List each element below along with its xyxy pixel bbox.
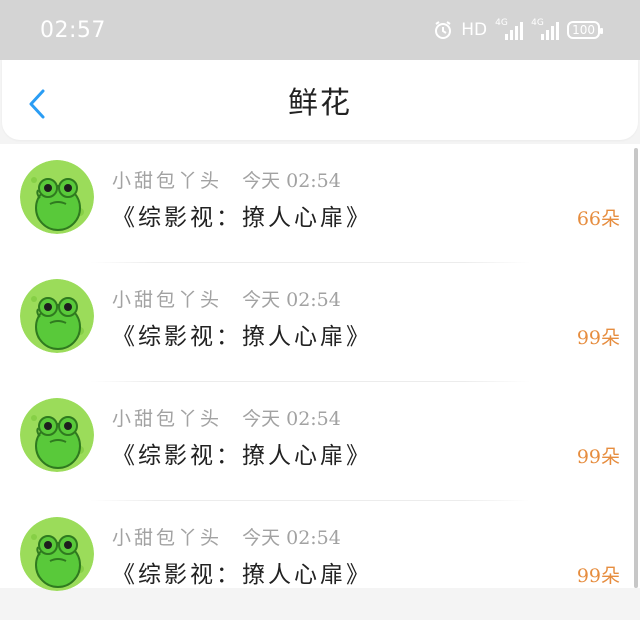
flower-list: 小甜包丫头 今天 02:54 《综影视：撩人心扉》 66朵 小甜包丫头 今天 0… (0, 144, 640, 591)
avatar[interactable] (20, 279, 94, 353)
hd-indicator: HD (461, 20, 488, 40)
battery-icon: 100 (567, 21, 603, 39)
nav-bar: 鲜花 (2, 60, 638, 140)
scrollbar[interactable] (634, 148, 638, 588)
status-bar: 02:57 HD 4G 4G 100 (0, 0, 640, 60)
sender-name: 小甜包丫头 (112, 289, 223, 311)
flower-count: 99朵 (576, 327, 620, 349)
status-time: 02:57 (40, 17, 106, 43)
list-item[interactable]: 小甜包丫头 今天 02:54 《综影视：撩人心扉》 66朵 (0, 144, 630, 263)
sender-name: 小甜包丫头 (112, 408, 223, 430)
list-item[interactable]: 小甜包丫头 今天 02:54 《综影视：撩人心扉》 99朵 (0, 501, 630, 620)
timestamp: 今天 02:54 (242, 289, 341, 311)
sender-name: 小甜包丫头 (112, 170, 223, 192)
list-item[interactable]: 小甜包丫头 今天 02:54 《综影视：撩人心扉》 99朵 (0, 382, 630, 501)
signal-icon-1: 4G (495, 18, 524, 40)
avatar[interactable] (20, 398, 94, 472)
timestamp: 今天 02:54 (242, 170, 341, 192)
book-title: 《综影视：撩人心扉》 (112, 205, 372, 231)
alarm-icon (433, 20, 453, 40)
battery-level: 100 (572, 23, 595, 37)
avatar[interactable] (20, 517, 94, 591)
page-title: 鲜花 (288, 86, 352, 121)
item-meta: 小甜包丫头 今天 02:54 (112, 404, 341, 431)
item-meta: 小甜包丫头 今天 02:54 (112, 166, 341, 193)
book-title: 《综影视：撩人心扉》 (112, 562, 372, 588)
chevron-left-icon (29, 89, 45, 119)
network-type-2: 4G (531, 18, 544, 28)
avatar[interactable] (20, 160, 94, 234)
item-meta: 小甜包丫头 今天 02:54 (112, 523, 341, 550)
back-button[interactable] (24, 86, 50, 122)
status-icons: HD 4G 4G 100 (433, 18, 603, 40)
timestamp: 今天 02:54 (242, 527, 341, 549)
flower-count: 99朵 (576, 446, 620, 468)
network-type-1: 4G (495, 18, 508, 28)
item-meta: 小甜包丫头 今天 02:54 (112, 285, 341, 312)
book-title: 《综影视：撩人心扉》 (112, 443, 372, 469)
sender-name: 小甜包丫头 (112, 527, 223, 549)
book-title: 《综影视：撩人心扉》 (112, 324, 372, 350)
flower-count: 99朵 (576, 565, 620, 587)
signal-icon-2: 4G (531, 18, 560, 40)
list-item[interactable]: 小甜包丫头 今天 02:54 《综影视：撩人心扉》 99朵 (0, 263, 630, 382)
timestamp: 今天 02:54 (242, 408, 341, 430)
flower-count: 66朵 (576, 208, 620, 230)
